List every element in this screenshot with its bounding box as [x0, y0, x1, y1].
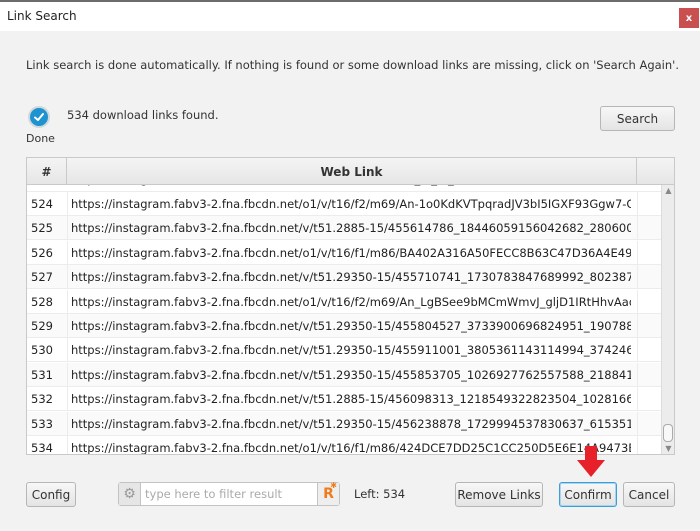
table-row[interactable]: 524 https://instagram.fabv3-2.fna.fbcdn.n… — [27, 192, 661, 216]
column-divider — [637, 192, 638, 215]
column-divider — [637, 362, 638, 386]
row-number: 531 — [31, 367, 53, 382]
window-title: Link Search — [7, 9, 77, 23]
column-divider — [67, 289, 68, 313]
title-bar: Link Search x — [0, 2, 700, 31]
column-divider — [67, 216, 68, 240]
column-header-extra — [637, 158, 661, 185]
links-table: # Web Link https://instagram.fabv3-2.fna… — [26, 157, 675, 455]
row-number: 527 — [31, 270, 53, 285]
row-web-link: https://instagram.fabv3-2.fna.fbcdn.net/… — [71, 270, 631, 285]
regex-star-icon: ✱ — [330, 481, 337, 490]
row-web-link: https://instagram.fabv3-2.fna.fbcdn.net/… — [71, 343, 631, 358]
column-divider — [67, 192, 68, 215]
row-number: 530 — [31, 343, 53, 358]
close-button[interactable]: x — [679, 8, 699, 28]
row-web-link: https://instagram.fabv3-2.fna.fbcdn.net/… — [71, 294, 631, 309]
row-web-link: https://instagram.fabv3-2.fna.fbcdn.net/… — [71, 319, 631, 333]
gear-icon[interactable]: ⚙ — [119, 483, 141, 505]
column-divider — [637, 387, 638, 411]
column-divider — [67, 411, 68, 435]
vertical-scrollbar[interactable]: ▲ ▼ — [661, 185, 674, 454]
confirm-button[interactable]: Confirm — [559, 482, 617, 507]
regex-toggle-button[interactable]: R ✱ — [317, 481, 339, 505]
column-divider — [637, 436, 638, 454]
scroll-down-icon[interactable]: ▼ — [662, 443, 674, 454]
table-row[interactable]: 532 https://instagram.fabv3-2.fna.fbcdn.n… — [27, 387, 661, 412]
row-number: 525 — [31, 221, 53, 236]
column-divider — [67, 314, 68, 337]
red-arrow-down-icon — [577, 446, 605, 477]
column-divider — [637, 265, 638, 289]
left-count: Left: 534 — [354, 487, 406, 501]
table-row[interactable]: 530 https://instagram.fabv3-2.fna.fbcdn.n… — [27, 338, 661, 363]
column-divider — [67, 387, 68, 411]
column-divider — [637, 411, 638, 435]
column-divider — [67, 240, 68, 264]
check-circle-icon — [28, 106, 50, 128]
row-number: 528 — [31, 294, 53, 309]
row-number: 526 — [31, 245, 53, 260]
row-web-link: https://instagram.fabv3-2.fna.fbcdn.net/… — [71, 245, 631, 260]
table-row[interactable]: 525 https://instagram.fabv3-2.fna.fbcdn.n… — [27, 216, 661, 241]
cancel-button[interactable]: Cancel — [623, 482, 675, 507]
table-row[interactable]: 531 https://instagram.fabv3-2.fna.fbcdn.n… — [27, 362, 661, 387]
column-divider — [637, 314, 638, 337]
column-divider — [637, 289, 638, 313]
row-web-link: https://instagram.fabv3-2.fna.fbcdn.net/… — [71, 416, 631, 431]
column-divider — [67, 265, 68, 289]
table-header: # Web Link — [27, 158, 674, 185]
info-text: Link search is done automatically. If no… — [26, 58, 679, 72]
column-divider — [637, 338, 638, 362]
scroll-up-icon[interactable]: ▲ — [662, 185, 674, 197]
table-row[interactable]: 526 https://instagram.fabv3-2.fna.fbcdn.n… — [27, 240, 661, 265]
column-header-web-link[interactable]: Web Link — [67, 158, 637, 185]
row-web-link: https://instagram.fabv3-2.fna.fbcdn.net/… — [71, 197, 631, 211]
row-number: 524 — [31, 197, 53, 211]
column-header-number[interactable]: # — [27, 158, 67, 185]
row-number: 529 — [31, 319, 53, 333]
table-body: https://instagram.fabv3-2.fna.fbcdn.net/… — [27, 185, 661, 455]
search-button[interactable]: Search — [600, 106, 675, 131]
column-divider — [637, 216, 638, 240]
table-row[interactable]: 533 https://instagram.fabv3-2.fna.fbcdn.n… — [27, 411, 661, 436]
table-row[interactable]: 534 https://instagram.fabv3-2.fna.fbcdn.n… — [27, 436, 661, 455]
partial-link-text: https://instagram.fabv3-2.fna.fbcdn.net/… — [71, 185, 631, 186]
row-web-link: https://instagram.fabv3-2.fna.fbcdn.net/… — [71, 367, 631, 382]
row-number: 534 — [31, 441, 53, 455]
status-label: Done — [26, 132, 55, 145]
remove-links-button[interactable]: Remove Links — [455, 482, 543, 507]
column-divider — [637, 240, 638, 264]
links-found-message: 534 download links found. — [67, 108, 219, 122]
row-number: 532 — [31, 392, 53, 407]
table-row[interactable]: 528 https://instagram.fabv3-2.fna.fbcdn.n… — [27, 289, 661, 314]
row-web-link: https://instagram.fabv3-2.fna.fbcdn.net/… — [71, 221, 631, 236]
filter-box: ⚙ R ✱ — [118, 481, 340, 506]
table-row[interactable]: 529 https://instagram.fabv3-2.fna.fbcdn.n… — [27, 314, 661, 338]
row-web-link: https://instagram.fabv3-2.fna.fbcdn.net/… — [71, 392, 631, 407]
column-divider — [67, 436, 68, 454]
column-divider — [67, 338, 68, 362]
config-button[interactable]: Config — [26, 482, 76, 507]
row-number: 533 — [31, 416, 53, 431]
table-row-partial[interactable]: https://instagram.fabv3-2.fna.fbcdn.net/… — [27, 185, 661, 192]
row-web-link: https://instagram.fabv3-2.fna.fbcdn.net/… — [71, 441, 631, 455]
scrollbar-thumb[interactable] — [663, 424, 673, 442]
table-row[interactable]: 527 https://instagram.fabv3-2.fna.fbcdn.n… — [27, 265, 661, 290]
column-divider — [67, 362, 68, 386]
filter-input[interactable] — [143, 484, 315, 504]
